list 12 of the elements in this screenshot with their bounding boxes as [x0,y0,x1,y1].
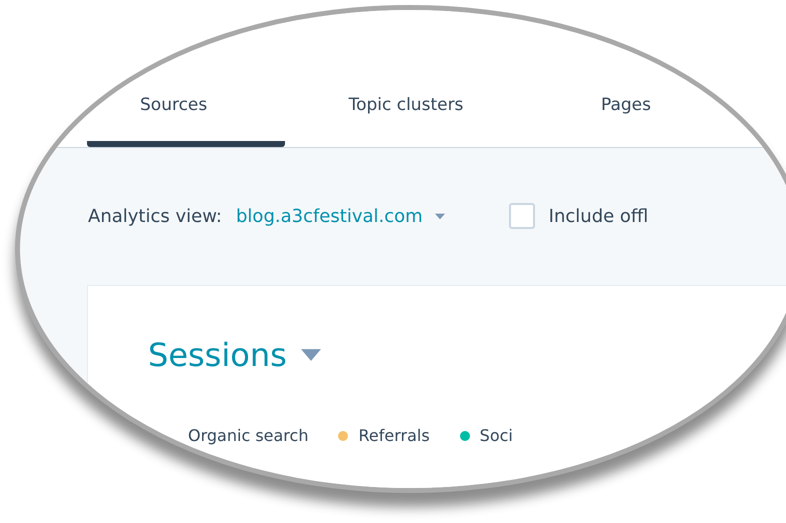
legend-label: Referrals [358,424,430,446]
tab[interactable]: Pages [527,80,725,146]
checkbox[interactable] [508,203,535,229]
tab[interactable]: Sources [87,80,285,146]
checkbox-label: Include offl [548,204,648,228]
analytics-view-label: Analytics view: [88,204,222,228]
caret-icon [434,212,445,220]
metric-dropdown[interactable]: Sessions [148,330,321,378]
caret-icon [300,348,321,360]
legend-label: Organic search [188,424,308,446]
tab[interactable]: Topic clusters [307,80,505,146]
legend-label: Soci [480,424,513,446]
